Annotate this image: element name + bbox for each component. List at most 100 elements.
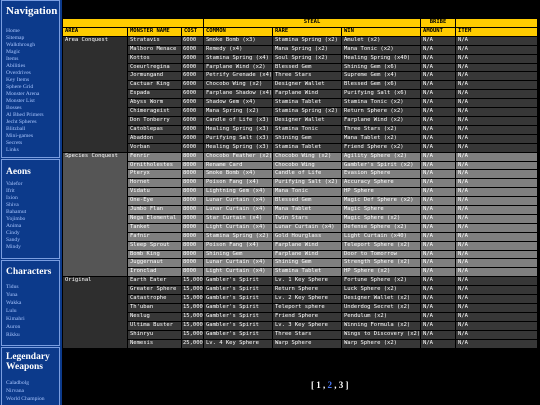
bribe-item-cell: N/A <box>456 232 538 241</box>
cost-cell: 6000 <box>182 63 203 72</box>
monster-name-cell: Ironclad <box>128 268 181 277</box>
sidebar-link[interactable]: World Champion <box>6 395 58 403</box>
bribe-item-cell: N/A <box>456 161 538 170</box>
sidebar-link[interactable]: Items <box>6 56 58 63</box>
bribe-item-cell: N/A <box>456 170 538 179</box>
sidebar-link[interactable]: Monster List <box>6 98 58 105</box>
monster-name-cell: Fenrir <box>128 152 181 161</box>
table-row: Greater Sphere 15,000 Gambler's Spirit Retu… <box>63 286 538 295</box>
steal-rare-cell: Designer Wallet <box>273 81 341 90</box>
column-header-row: AREA MONSTER NAME COST COMMON RARE WIN A… <box>63 27 538 36</box>
bribe-amount-cell: N/A <box>421 116 456 125</box>
win-item-cell: Mana Tonic (x2) <box>342 45 421 54</box>
bribe-item-cell: N/A <box>456 36 538 45</box>
sidebar-link[interactable]: Shiva <box>6 202 58 209</box>
sidebar-link[interactable]: Bosses <box>6 105 58 112</box>
sidebar-link[interactable]: Ixion <box>6 195 58 202</box>
win-item-cell: Warp Sphere (x2) <box>342 339 421 348</box>
sidebar-link[interactable]: Walkthrough <box>6 42 58 49</box>
steal-common-cell: Candle of Life (x3) <box>204 116 272 125</box>
steal-common-cell: Gambler's Spirit <box>204 330 272 339</box>
steal-common-cell: Chocobo Wing (x2) <box>204 81 272 90</box>
sidebar-link[interactable]: Mindy <box>6 244 58 251</box>
monster-name-cell: Abaddon <box>128 134 181 143</box>
steal-common-cell: Shining Gem <box>204 250 272 259</box>
steal-rare-cell: Stamina Tablet <box>273 143 341 152</box>
steal-rare-cell: Stamina Tablet <box>273 99 341 108</box>
steal-rare-cell: Gold Hourglass <box>273 232 341 241</box>
bribe-item-cell: N/A <box>456 330 538 339</box>
monster-name-cell: One-Eye <box>128 197 181 206</box>
sidebar-link[interactable]: Secrets <box>6 140 58 147</box>
monster-name-cell: Espada <box>128 90 181 99</box>
sidebar-link[interactable]: Rikku <box>6 331 58 339</box>
sidebar-link[interactable]: Ifrit <box>6 188 58 195</box>
bribe-amount-cell: N/A <box>421 81 456 90</box>
sidebar-link[interactable]: Kimahri <box>6 315 58 323</box>
sidebar-link[interactable]: Abilities <box>6 63 58 70</box>
page-link-2[interactable]: 2 <box>328 380 333 390</box>
bribe-item-cell: N/A <box>456 152 538 161</box>
col-header-amount: AMOUNT <box>421 27 456 36</box>
sidebar-link[interactable]: Home <box>6 28 58 35</box>
steal-rare-cell: Chocobo Wing (x2) <box>273 152 341 161</box>
sidebar-link[interactable]: Key Items <box>6 77 58 84</box>
sidebar-link[interactable]: Links <box>6 147 58 154</box>
steal-rare-cell: Mana Tonic <box>273 188 341 197</box>
sidebar-link[interactable]: Auron <box>6 323 58 331</box>
bribe-item-cell: N/A <box>456 214 538 223</box>
area-cell: Species Conquest <box>63 152 127 277</box>
monster-name-cell: Sleep Sprout <box>128 241 181 250</box>
win-item-cell: Defense Sphere (x2) <box>342 223 421 232</box>
sidebar-heading-aeons: Aeons <box>6 167 31 177</box>
sidebar-link[interactable]: Yuna <box>6 291 58 299</box>
table-row: Espada 6000 Farplane Shadow (x4) Farplane W… <box>63 90 538 99</box>
bribe-amount-cell: N/A <box>421 259 456 268</box>
page-link-3[interactable]: 3 <box>339 380 344 390</box>
win-item-cell: Fortune Sphere (x2) <box>342 277 421 286</box>
bribe-amount-cell: N/A <box>421 188 456 197</box>
win-item-cell: Underdog Secret (x2) <box>342 304 421 312</box>
sidebar-link[interactable]: Valefor <box>6 181 58 188</box>
sidebar-link[interactable]: Monster Arena <box>6 91 58 98</box>
sidebar-link[interactable]: Nirvana <box>6 387 58 395</box>
win-item-cell: HP Sphere <box>342 188 421 197</box>
sidebar-link[interactable]: Tidus <box>6 283 58 291</box>
bribe-item-cell: N/A <box>456 90 538 99</box>
sidebar-link[interactable]: Sandy <box>6 237 58 244</box>
sidebar-link[interactable]: Al Bhed Primers <box>6 112 58 119</box>
sidebar-link[interactable]: Caladbolg <box>6 379 58 387</box>
table-row: Malboro Menace 6000 Remedy (x4) Mana Spring… <box>63 45 538 54</box>
sidebar-link[interactable]: Wakka <box>6 299 58 307</box>
sidebar-link[interactable]: Bahamut <box>6 209 58 216</box>
sidebar-link[interactable]: Cindy <box>6 230 58 237</box>
steal-rare-cell: Designer Wallet <box>273 116 341 125</box>
col-header-cost: COST <box>182 27 203 36</box>
monster-name-cell: Earth Eater <box>128 277 181 286</box>
sidebar-link[interactable]: Magic <box>6 49 58 56</box>
monster-name-cell: Jormungand <box>128 72 181 81</box>
bribe-item-cell: N/A <box>456 143 538 152</box>
win-item-cell: Designer Wallet (x2) <box>342 295 421 303</box>
table-row: Neslug 15,000 Gambler's Spirit Friend Spher… <box>63 312 538 321</box>
bribe-item-cell: N/A <box>456 54 538 63</box>
sidebar-link[interactable]: Lulu <box>6 307 58 315</box>
table-row: Tanket 8000 Light Curtain (x4) Lunar Curtai… <box>63 223 538 232</box>
cost-cell: 6000 <box>182 143 203 152</box>
page-link-1[interactable]: 1 <box>316 380 321 390</box>
cost-cell: 8000 <box>182 188 203 197</box>
win-item-cell: Mana Tablet (x2) <box>342 134 421 143</box>
sidebar-link[interactable]: Blitzball <box>6 126 58 133</box>
bribe-item-cell: N/A <box>456 125 538 134</box>
steal-rare-cell: Three Stars <box>273 330 341 339</box>
sidebar-link[interactable]: Yojimbo <box>6 216 58 223</box>
sidebar-link[interactable]: Overdrives <box>6 70 58 77</box>
cost-cell: 8000 <box>182 241 203 250</box>
sidebar-link[interactable]: Sphere Grid <box>6 84 58 91</box>
win-item-cell: Friend Sphere (x2) <box>342 143 421 152</box>
sidebar-link[interactable]: Sitemap <box>6 35 58 42</box>
sidebar-link[interactable]: Mini-games <box>6 133 58 140</box>
sidebar-link[interactable]: Anima <box>6 223 58 230</box>
sidebar-link[interactable]: Jecht Spheres <box>6 119 58 126</box>
sidebar-section-navigation: Navigation Home Sitemap Walkthrough Magic It… <box>1 0 60 158</box>
